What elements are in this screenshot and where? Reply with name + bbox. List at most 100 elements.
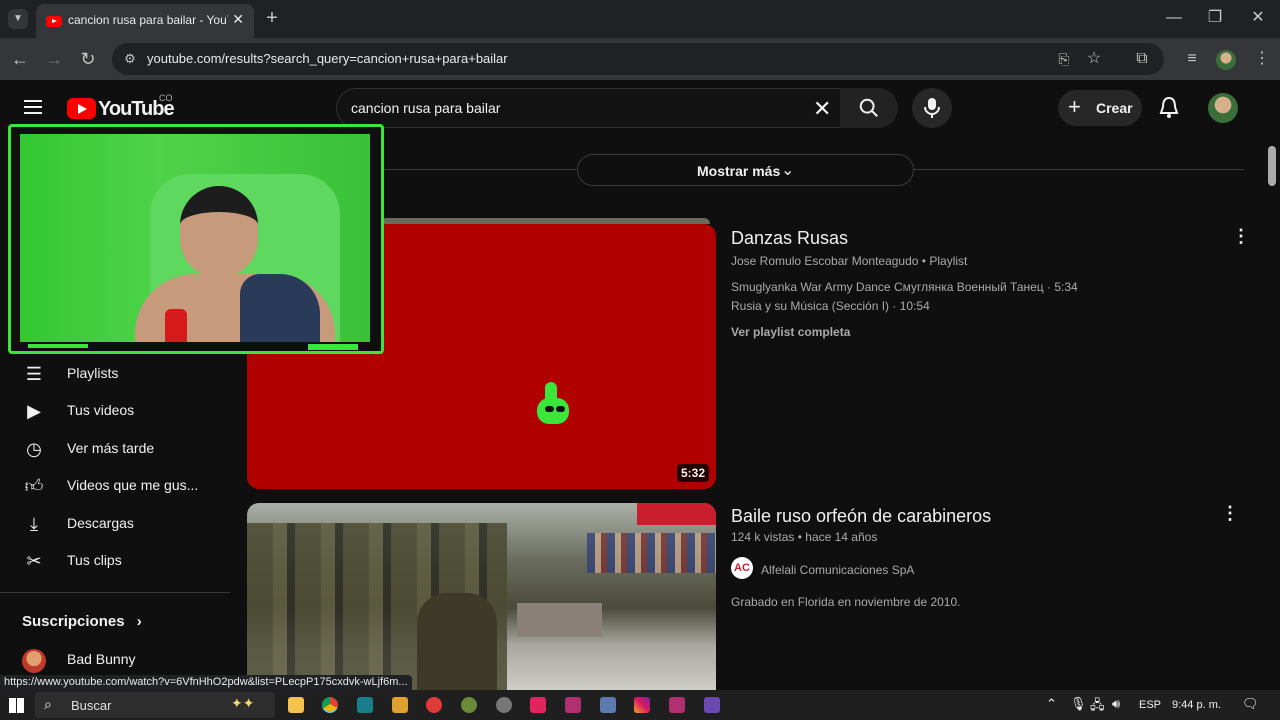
new-tab-icon[interactable]: + bbox=[262, 8, 282, 28]
address-bar[interactable]: ⚙ youtube.com/results?search_query=canci… bbox=[112, 43, 1164, 75]
upload-age: hace 14 años bbox=[805, 530, 878, 544]
app-icon[interactable] bbox=[461, 697, 477, 713]
app-icon[interactable] bbox=[565, 697, 581, 713]
hamburger-menu-icon[interactable] bbox=[24, 100, 42, 114]
reload-icon[interactable]: ↻ bbox=[78, 49, 98, 69]
network-icon[interactable]: 🖧 bbox=[1090, 696, 1105, 718]
result-title[interactable]: Danzas Rusas bbox=[731, 228, 848, 249]
divider-right bbox=[914, 169, 1244, 170]
tray-chevron-up-icon[interactable]: ⌃ bbox=[1046, 696, 1057, 712]
app-icon[interactable] bbox=[496, 697, 512, 713]
clear-search-icon[interactable]: ✕ bbox=[813, 96, 831, 122]
video-thumbnail[interactable] bbox=[247, 503, 716, 693]
media-control-icon[interactable]: ≡ bbox=[1182, 49, 1202, 69]
subscriptions-label: Suscripciones bbox=[22, 613, 125, 630]
browser-tab-bar: ▼ cancion rusa para bailar - YouTube ✕ +… bbox=[0, 0, 1280, 38]
windows-taskbar: ⌕ Buscar ✦✦ ⌃ 🎙︎ 🖧 🔊︎ ESP 9:44 p. m. 🗨︎ bbox=[0, 690, 1280, 720]
notifications-icon[interactable]: 🗨︎ bbox=[1242, 696, 1259, 712]
app-icon[interactable] bbox=[426, 697, 442, 713]
app-icon[interactable] bbox=[600, 697, 616, 713]
back-icon[interactable]: ← bbox=[10, 49, 30, 69]
playlist-track[interactable]: Smuglyanka War Army Dance Смуглянка Воен… bbox=[731, 280, 1078, 294]
show-more-button[interactable]: Mostrar más ⌄ bbox=[577, 154, 914, 186]
more-actions-icon[interactable]: ⋮ bbox=[1221, 503, 1239, 524]
search-icon: ⌕ bbox=[44, 696, 52, 712]
subscriptions-heading[interactable]: Suscripciones › bbox=[22, 613, 142, 630]
instagram-icon[interactable] bbox=[634, 697, 650, 713]
view-full-playlist-link[interactable]: Ver playlist completa bbox=[731, 325, 850, 339]
playlist-track[interactable]: Rusia y su Música (Sección I) · 10:54 bbox=[731, 299, 930, 313]
sidebar-item-downloads[interactable]: ⤓ Descargas bbox=[0, 505, 230, 543]
chrome-menu-icon[interactable]: ⋮ bbox=[1252, 49, 1272, 69]
crowd bbox=[587, 533, 716, 573]
tiktok-icon[interactable] bbox=[530, 697, 546, 713]
search-query: cancion rusa para bailar bbox=[351, 100, 501, 116]
dancer bbox=[417, 593, 497, 693]
page-scrollbar-thumb[interactable] bbox=[1268, 146, 1276, 186]
forward-icon[interactable]: → bbox=[44, 49, 64, 69]
sidebar-item-subscription[interactable]: Bad Bunny bbox=[0, 641, 230, 679]
search-icon bbox=[859, 98, 878, 117]
thumbs-up-icon: 👍︎ bbox=[24, 476, 44, 496]
extensions-icon[interactable]: ⧉ bbox=[1132, 49, 1152, 69]
youtube-logo[interactable]: YouTube CO bbox=[67, 93, 177, 121]
clock[interactable]: 9:44 p. m. bbox=[1172, 699, 1221, 711]
divider-left bbox=[384, 169, 576, 170]
tray-microphone-icon[interactable]: 🎙︎ bbox=[1070, 696, 1087, 712]
restore-icon[interactable]: ❐ bbox=[1205, 8, 1225, 28]
account-avatar[interactable] bbox=[1208, 93, 1238, 123]
webcam-feed bbox=[20, 134, 370, 342]
profile-avatar[interactable] bbox=[1216, 50, 1236, 70]
channel-name[interactable]: Alfelali Comunicaciones SpA bbox=[761, 563, 914, 577]
bookmark-star-icon[interactable]: ☆ bbox=[1084, 49, 1104, 69]
sidebar-item-watch-later[interactable]: ◷ Ver más tarde bbox=[0, 430, 230, 468]
playlists-icon: ☰ bbox=[25, 364, 43, 384]
sidebar-item-liked-videos[interactable]: 👍︎ Videos que me gus... bbox=[0, 467, 230, 505]
sidebar-item-your-videos[interactable]: ▶ Tus videos bbox=[0, 392, 230, 430]
url-text: youtube.com/results?search_query=cancion… bbox=[147, 51, 508, 66]
chrome-taskbar-icon[interactable] bbox=[322, 697, 338, 713]
channel-name[interactable]: Jose Romulo Escobar Monteagudo bbox=[731, 254, 918, 268]
search-button[interactable] bbox=[840, 88, 898, 128]
file-explorer-icon[interactable] bbox=[288, 697, 304, 713]
app-icon[interactable] bbox=[704, 697, 720, 713]
sidebar-item-label: Bad Bunny bbox=[67, 651, 136, 667]
more-actions-icon[interactable]: ⋮ bbox=[1232, 226, 1250, 247]
microphone-icon bbox=[924, 98, 940, 118]
language-indicator[interactable]: ESP bbox=[1139, 699, 1161, 711]
app-icon[interactable] bbox=[669, 697, 685, 713]
clock-icon: ◷ bbox=[26, 439, 42, 459]
sidebar-item-label: Descargas bbox=[67, 515, 134, 531]
taskbar-search-placeholder: Buscar bbox=[71, 698, 112, 713]
duration-badge: 5:32 bbox=[677, 464, 710, 482]
taskbar-search[interactable]: ⌕ Buscar ✦✦ bbox=[35, 692, 275, 718]
show-more-label: Mostrar más bbox=[697, 163, 781, 179]
notifications-bell-icon[interactable] bbox=[1158, 96, 1180, 120]
create-label: Crear bbox=[1096, 100, 1133, 116]
voice-search-button[interactable] bbox=[912, 88, 952, 128]
windows-start-icon[interactable] bbox=[9, 698, 24, 713]
sidebar-item-playlists[interactable]: ☰ Playlists bbox=[0, 355, 230, 393]
create-button[interactable]: + Crear bbox=[1058, 90, 1142, 126]
app-icon[interactable] bbox=[392, 697, 408, 713]
download-icon: ⤓ bbox=[30, 514, 38, 534]
search-input[interactable]: cancion rusa para bailar ✕ bbox=[336, 88, 850, 128]
result-type: Playlist bbox=[929, 254, 968, 268]
channel-avatar[interactable]: AC bbox=[731, 557, 753, 579]
scissors-icon: ✂ bbox=[26, 551, 42, 571]
close-tab-icon[interactable]: ✕ bbox=[232, 11, 244, 28]
frame-accent bbox=[28, 344, 88, 348]
result-title[interactable]: Baile ruso orfeón de carabineros bbox=[731, 506, 991, 527]
sidebar-item-your-clips[interactable]: ✂ Tus clips bbox=[0, 542, 230, 580]
minimize-icon[interactable]: — bbox=[1164, 8, 1184, 28]
sidebar-item-label: Playlists bbox=[67, 365, 119, 381]
volume-icon[interactable]: 🔊︎ bbox=[1112, 696, 1120, 712]
site-info-icon[interactable]: ⚙ bbox=[120, 49, 140, 69]
app-icon[interactable] bbox=[357, 697, 373, 713]
tab-search-icon[interactable]: ▼ bbox=[8, 9, 28, 29]
chevron-right-icon: › bbox=[136, 613, 142, 630]
install-app-icon[interactable]: ⎘ bbox=[1054, 49, 1074, 69]
window-close-icon[interactable]: ✕ bbox=[1248, 8, 1268, 28]
banner bbox=[637, 503, 716, 525]
browser-tab[interactable]: cancion rusa para bailar - YouTube ✕ bbox=[36, 4, 254, 38]
